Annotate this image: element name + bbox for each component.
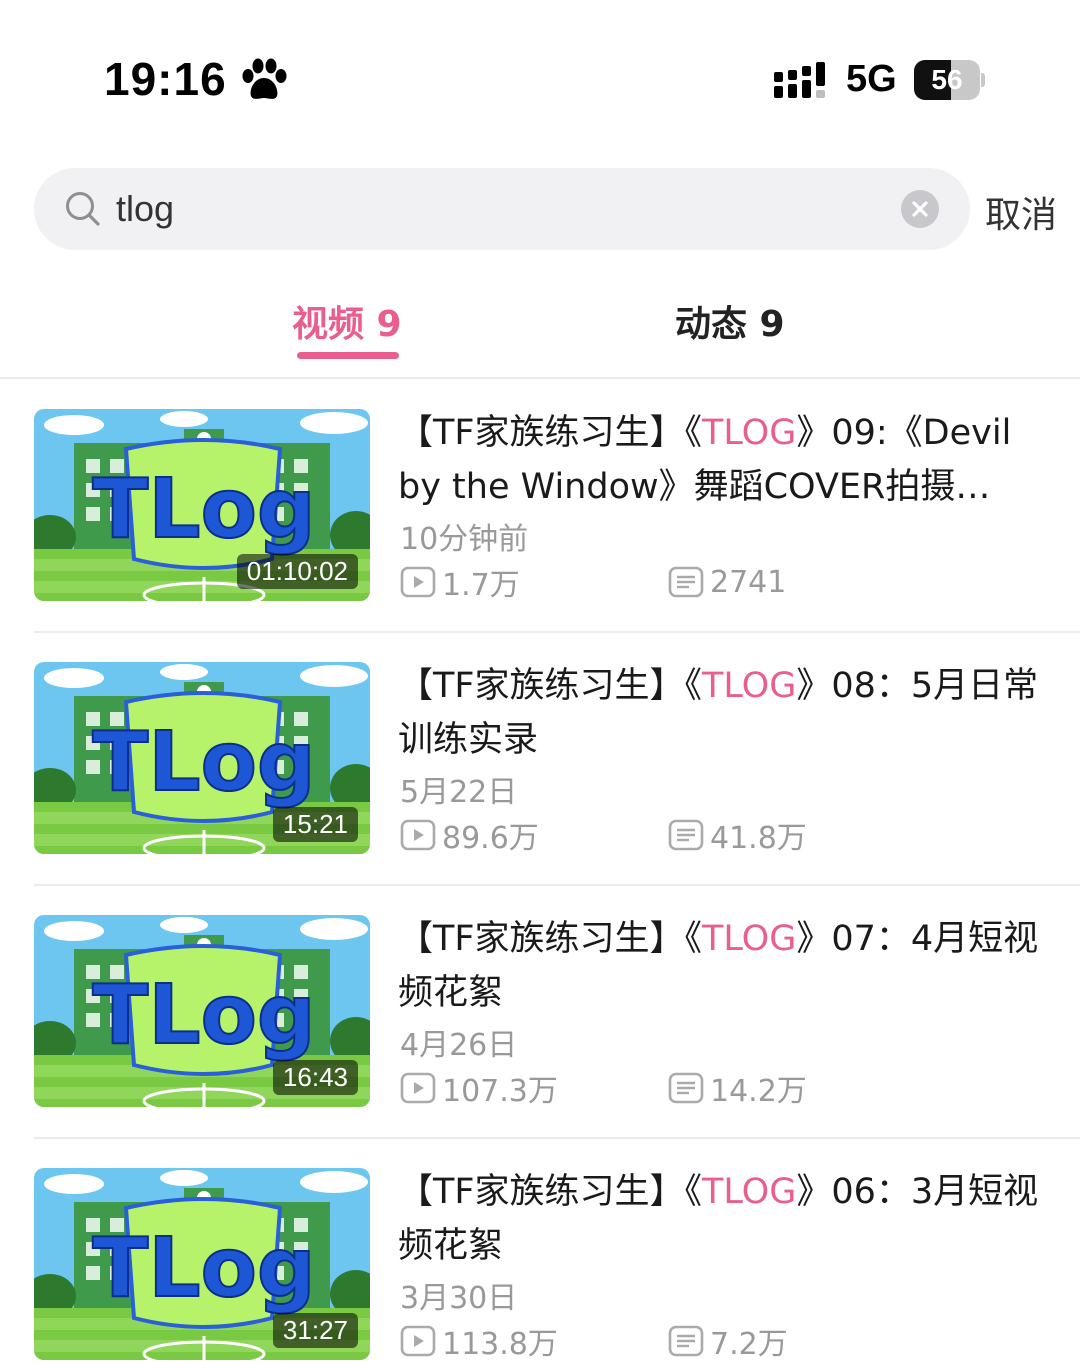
signal-icon xyxy=(774,62,825,98)
search-icon xyxy=(66,192,100,226)
active-tab-indicator xyxy=(297,352,399,359)
cancel-button[interactable]: 取消 xyxy=(985,186,1057,238)
video-thumbnail[interactable]: TLog 15:21 xyxy=(34,662,370,854)
comment-count-value: 7.2万 xyxy=(710,1327,788,1362)
video-list-item[interactable]: TLog 31:27 【TF家族练习生】《TLOG》06：3月短视频花絮 3月3… xyxy=(0,1139,1080,1371)
video-list-item[interactable]: TLog 16:43 【TF家族练习生】《TLOG》07：4月短视频花絮 4月2… xyxy=(0,886,1080,1139)
video-title[interactable]: 【TF家族练习生】《TLOG》08：5月日常训练实录 xyxy=(398,659,1058,767)
video-date: 4月26日 xyxy=(400,1028,518,1063)
view-count: 89.6万 xyxy=(400,815,539,856)
play-count-icon xyxy=(400,1325,436,1357)
comment-icon xyxy=(668,1072,704,1104)
battery-level: 56 xyxy=(931,64,963,95)
status-bar: 19:16 5G 56 xyxy=(0,0,1080,150)
comment-count: 14.2万 xyxy=(668,1068,807,1109)
view-count-value: 107.3万 xyxy=(442,1074,558,1109)
clear-search-icon[interactable] xyxy=(901,190,939,228)
thumbnail-logo: TLog xyxy=(92,462,315,557)
tab-videos[interactable]: 视频 9 xyxy=(292,295,402,347)
comment-icon xyxy=(668,819,704,851)
video-thumbnail[interactable]: TLog 16:43 xyxy=(34,915,370,1107)
video-list-item[interactable]: TLog 01:10:02 【TF家族练习生】《TLOG》09:《Devil b… xyxy=(0,380,1080,633)
search-input[interactable] xyxy=(116,168,876,250)
view-count-value: 89.6万 xyxy=(442,821,539,856)
result-tabs: 视频 9 动态 9 xyxy=(0,285,1080,379)
video-date: 10分钟前 xyxy=(400,522,529,557)
comment-count: 7.2万 xyxy=(668,1321,788,1362)
title-highlight: TLOG xyxy=(702,919,797,959)
status-time: 19:16 xyxy=(104,53,227,105)
comment-count: 2741 xyxy=(668,562,786,602)
thumbnail-logo: TLog xyxy=(92,1221,315,1316)
comment-count-value: 41.8万 xyxy=(710,821,807,856)
play-count-icon xyxy=(400,1072,436,1104)
view-count: 1.7万 xyxy=(400,562,520,603)
battery-icon: 56 xyxy=(914,60,985,100)
title-highlight: TLOG xyxy=(702,413,797,453)
video-duration: 16:43 xyxy=(272,1060,358,1095)
video-duration: 31:27 xyxy=(272,1313,358,1348)
comment-icon xyxy=(668,566,704,598)
play-count-icon xyxy=(400,819,436,851)
video-title[interactable]: 【TF家族练习生】《TLOG》07：4月短视频花絮 xyxy=(398,912,1058,1020)
comment-icon xyxy=(668,1325,704,1357)
tab-posts[interactable]: 动态 9 xyxy=(675,295,785,347)
video-title[interactable]: 【TF家族练习生】《TLOG》09:《Devil by the Window》舞… xyxy=(398,406,1058,514)
video-thumbnail[interactable]: TLog 31:27 xyxy=(34,1168,370,1360)
view-count-value: 1.7万 xyxy=(442,568,520,603)
thumbnail-logo: TLog xyxy=(92,968,315,1063)
video-thumbnail[interactable]: TLog 01:10:02 xyxy=(34,409,370,601)
view-count-value: 113.8万 xyxy=(442,1327,558,1362)
comment-count: 41.8万 xyxy=(668,815,807,856)
play-count-icon xyxy=(400,566,436,598)
network-type: 5G xyxy=(846,58,897,100)
view-count: 107.3万 xyxy=(400,1068,558,1109)
video-list-item[interactable]: TLog 15:21 【TF家族练习生】《TLOG》08：5月日常训练实录 5月… xyxy=(0,633,1080,886)
comment-count-value: 14.2万 xyxy=(710,1074,807,1109)
comment-count-value: 2741 xyxy=(710,564,787,600)
video-date: 5月22日 xyxy=(400,775,518,810)
paw-icon xyxy=(242,58,287,99)
thumbnail-logo: TLog xyxy=(92,715,315,810)
video-title[interactable]: 【TF家族练习生】《TLOG》06：3月短视频花絮 xyxy=(398,1165,1058,1273)
view-count: 113.8万 xyxy=(400,1321,558,1362)
video-duration: 01:10:02 xyxy=(236,554,358,589)
search-bar[interactable] xyxy=(34,168,970,250)
video-date: 3月30日 xyxy=(400,1281,518,1316)
title-highlight: TLOG xyxy=(702,1172,797,1212)
title-highlight: TLOG xyxy=(702,666,797,706)
video-duration: 15:21 xyxy=(272,807,358,842)
